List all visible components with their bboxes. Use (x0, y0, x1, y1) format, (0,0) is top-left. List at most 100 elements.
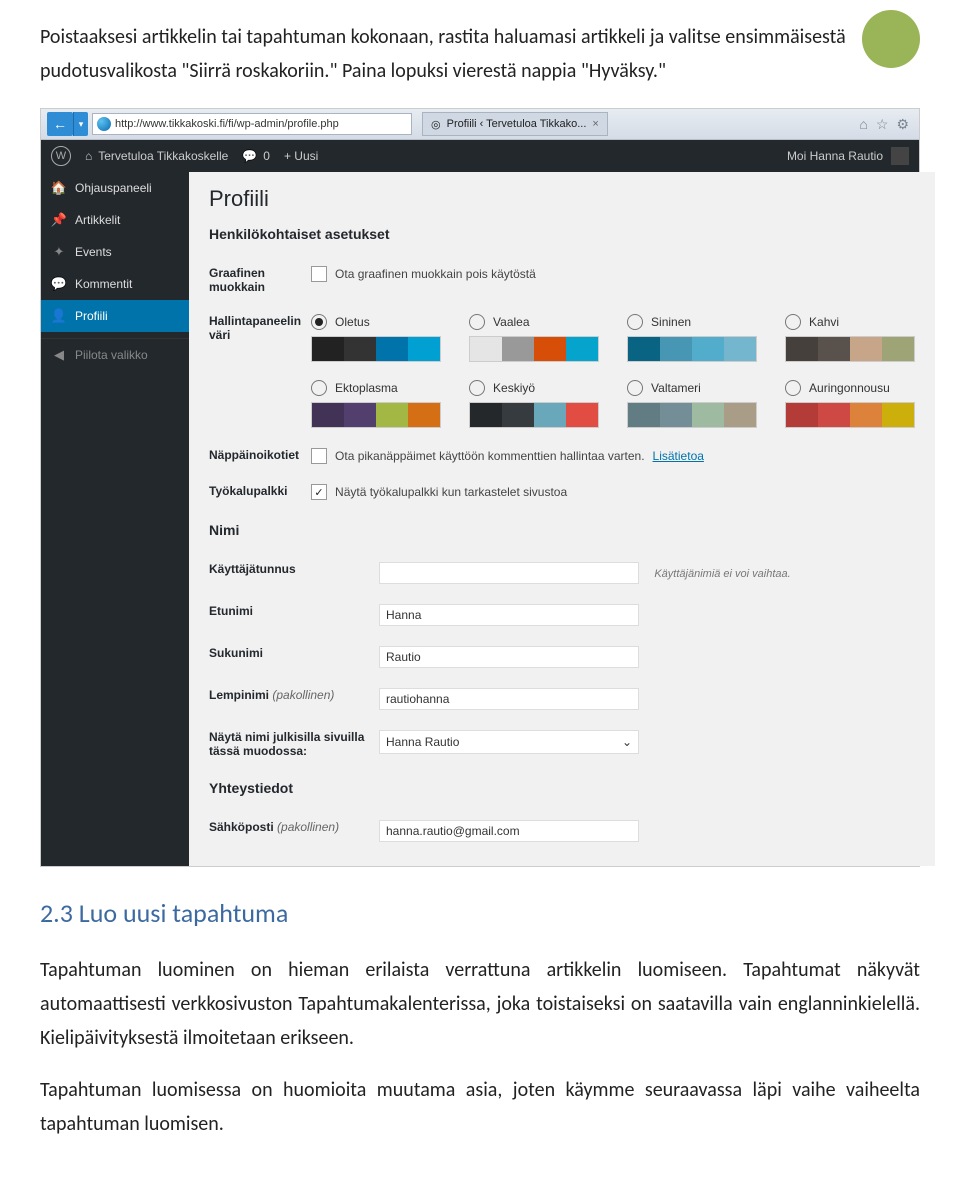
browser-home-icon[interactable]: ⌂ (859, 116, 867, 133)
color-scheme-option[interactable]: Valtameri (627, 380, 757, 428)
row-label-color-scheme: Hallintapaneelin väri (209, 304, 311, 438)
color-scheme-label: Keskiyö (493, 381, 535, 395)
row-label-email: Sähköposti (pakollinen) (209, 810, 379, 852)
displayname-select[interactable]: Hanna Rautio ⌄ (379, 730, 639, 754)
adminbar-greeting[interactable]: Moi Hanna Rautio (787, 149, 883, 163)
color-scheme-label: Valtameri (651, 381, 701, 395)
browser-url-text: http://www.tikkakoski.fi/fi/wp-admin/pro… (115, 118, 339, 130)
adminbar-new-button[interactable]: + Uusi (284, 149, 318, 163)
displayname-select-value: Hanna Rautio (386, 735, 459, 749)
pin-icon: 📌 (51, 212, 67, 228)
section-personal-settings: Henkilökohtaiset asetukset (209, 226, 915, 242)
color-scheme-option[interactable]: Keskiyö (469, 380, 599, 428)
row-label-nickname: Lempinimi (pakollinen) (209, 678, 379, 720)
sidebar-item-label: Piilota valikko (75, 348, 148, 362)
adminbar-comments[interactable]: 💬 0 (242, 149, 270, 163)
comment-icon: 💬 (51, 276, 67, 292)
browser-tab-title: Profiili ‹ Tervetuloa Tikkako... (447, 118, 587, 130)
color-swatch (785, 402, 915, 428)
color-scheme-option[interactable]: Sininen (627, 314, 757, 362)
wp-admin-bar: W ⌂ Tervetuloa Tikkakoskelle 💬 0 + Uusi … (41, 140, 919, 172)
browser-tools-icon[interactable]: ⚙ (896, 116, 909, 133)
sidebar-item-posts[interactable]: 📌 Artikkelit (41, 204, 189, 236)
checkbox-visual-editor[interactable] (311, 266, 327, 282)
sidebar-collapse[interactable]: ◀ Piilota valikko (41, 338, 189, 371)
color-scheme-option[interactable]: Auringonnousu (785, 380, 915, 428)
nickname-input[interactable] (379, 688, 639, 710)
chevron-left-icon: ◀ (51, 347, 67, 363)
radio-icon[interactable] (469, 380, 485, 396)
color-scheme-option[interactable]: Vaalea (469, 314, 599, 362)
wp-logo-icon[interactable]: W (51, 146, 71, 166)
radio-icon[interactable] (469, 314, 485, 330)
radio-icon[interactable] (311, 380, 327, 396)
browser-back-dropdown[interactable]: ▾ (73, 112, 88, 136)
checkbox-shortcuts[interactable] (311, 448, 327, 464)
row-label-firstname: Etunimi (209, 594, 379, 636)
sidebar-item-profile[interactable]: 👤 Profiili (41, 300, 189, 332)
sidebar-item-dashboard[interactable]: 🏠 Ohjauspaneeli (41, 172, 189, 204)
user-icon: 👤 (51, 308, 67, 324)
checkbox-shortcuts-label: Ota pikanäppäimet käyttöön kommenttien h… (335, 449, 645, 463)
color-scheme-label: Kahvi (809, 315, 839, 329)
color-scheme-label: Auringonnousu (809, 381, 890, 395)
color-scheme-label: Vaalea (493, 315, 529, 329)
browser-back-button[interactable]: ← (47, 112, 73, 136)
radio-icon[interactable] (785, 380, 801, 396)
adminbar-site-link[interactable]: ⌂ Tervetuloa Tikkakoskelle (85, 149, 228, 163)
sidebar-item-label: Artikkelit (75, 213, 120, 227)
sidebar-item-label: Profiili (75, 309, 108, 323)
radio-icon[interactable] (785, 314, 801, 330)
sidebar-item-label: Ohjauspaneeli (75, 181, 152, 195)
checkbox-visual-editor-label: Ota graafinen muokkain pois käytöstä (335, 267, 536, 281)
green-dot-icon (862, 10, 920, 68)
color-scheme-option[interactable]: Ektoplasma (311, 380, 441, 428)
shortcuts-more-link[interactable]: Lisätietoa (653, 449, 704, 463)
sidebar-item-label: Kommentit (75, 277, 132, 291)
wp-content: Profiili Henkilökohtaiset asetukset Graa… (189, 172, 935, 866)
browser-chrome: ← ▾ http://www.tikkakoski.fi/fi/wp-admin… (41, 109, 919, 140)
username-hint: Käyttäjänimiä ei voi vaihtaa. (654, 568, 790, 580)
sidebar-item-label: Events (75, 245, 112, 259)
color-swatch (785, 336, 915, 362)
sidebar-item-events[interactable]: ✦ Events (41, 236, 189, 268)
tab-close-button[interactable]: × (592, 118, 598, 130)
color-swatch (311, 336, 441, 362)
heading-2-3: 2.3 Luo uusi tapahtuma (40, 897, 920, 929)
section-contact: Yhteystiedot (209, 780, 915, 796)
body-paragraph-2: Tapahtuman luomisessa on huomioita muuta… (40, 1073, 920, 1141)
home-icon: ⌂ (85, 149, 92, 163)
intro-paragraph: Poistaaksesi artikkelin tai tapahtuman k… (40, 20, 870, 88)
row-label-displayname: Näytä nimi julkisilla sivuilla tässä muo… (209, 720, 379, 768)
row-label-toolbar: Työkalupalkki (209, 474, 311, 510)
radio-icon[interactable] (627, 380, 643, 396)
sidebar-item-comments[interactable]: 💬 Kommentit (41, 268, 189, 300)
row-label-shortcuts: Näppäinoikotiet (209, 438, 311, 474)
ie-icon (97, 117, 111, 131)
chevron-down-icon: ⌄ (622, 735, 632, 749)
row-label-lastname: Sukunimi (209, 636, 379, 678)
lastname-input[interactable] (379, 646, 639, 668)
color-swatch (469, 336, 599, 362)
body-paragraph-1: Tapahtuman luominen on hieman erilaista … (40, 953, 920, 1055)
section-name: Nimi (209, 522, 915, 538)
username-input (379, 562, 639, 584)
tab-favicon-icon: ◎ (431, 118, 441, 131)
star-icon: ✦ (51, 244, 67, 260)
browser-favorites-icon[interactable]: ☆ (876, 116, 889, 133)
avatar[interactable] (891, 147, 909, 165)
color-scheme-option[interactable]: Oletus (311, 314, 441, 362)
row-label-visual-editor: Graafinen muokkain (209, 256, 311, 304)
radio-icon[interactable] (311, 314, 327, 330)
checkbox-toolbar-label: Näytä työkalupalkki kun tarkastelet sivu… (335, 485, 567, 499)
dashboard-icon: 🏠 (51, 180, 67, 196)
browser-tab[interactable]: ◎ Profiili ‹ Tervetuloa Tikkako... × (422, 112, 608, 136)
color-scheme-label: Ektoplasma (335, 381, 398, 395)
checkbox-toolbar[interactable]: ✓ (311, 484, 327, 500)
color-scheme-option[interactable]: Kahvi (785, 314, 915, 362)
color-swatch (469, 402, 599, 428)
email-input[interactable] (379, 820, 639, 842)
radio-icon[interactable] (627, 314, 643, 330)
firstname-input[interactable] (379, 604, 639, 626)
browser-url-bar[interactable]: http://www.tikkakoski.fi/fi/wp-admin/pro… (92, 113, 412, 135)
